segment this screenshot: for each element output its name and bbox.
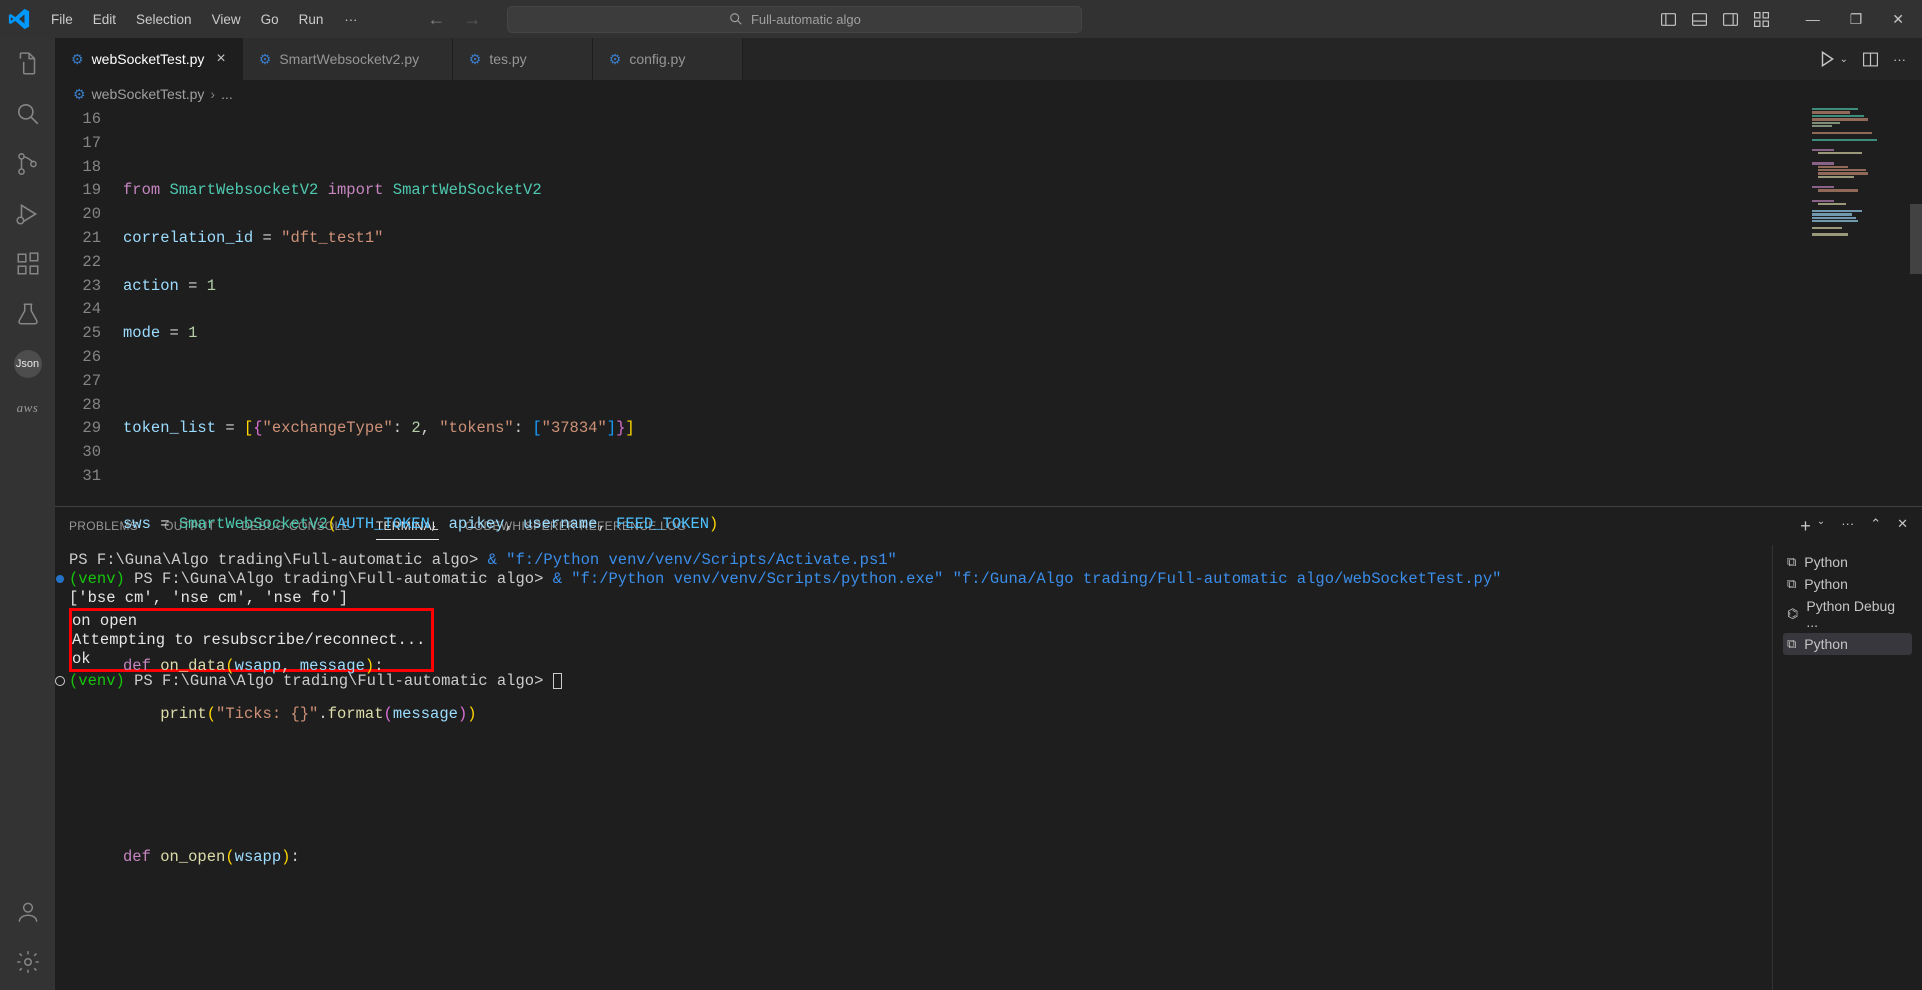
python-file-icon: ⚙ (259, 51, 272, 68)
nav-forward-icon[interactable]: → (463, 9, 481, 30)
layout-right-icon[interactable] (1722, 11, 1739, 28)
source-control-icon[interactable] (14, 150, 42, 178)
menu-more-icon[interactable]: ··· (334, 8, 367, 31)
extensions-icon[interactable] (14, 250, 42, 278)
tab-label: webSocketTest.py (92, 51, 205, 67)
layout-customize-icon[interactable] (1753, 11, 1770, 28)
split-editor-icon[interactable] (1862, 51, 1879, 68)
tab-config[interactable]: ⚙ config.py (593, 38, 743, 80)
title-bar: File Edit Selection View Go Run ··· ← → … (0, 0, 1922, 38)
menu-edit[interactable]: Edit (84, 8, 125, 31)
tab-close-icon[interactable]: × (216, 50, 225, 68)
tab-bar: ⚙ webSocketTest.py × ⚙ SmartWebsocketv2.… (55, 38, 1922, 80)
aws-extension-icon[interactable]: aws (17, 400, 39, 416)
tab-label: config.py (629, 51, 685, 67)
testing-icon[interactable] (14, 300, 42, 328)
activity-bar: Json aws (0, 38, 55, 990)
code-editor[interactable]: 16171819202122232425262728293031 from Sm… (55, 108, 1922, 506)
nav-back-icon[interactable]: ← (427, 9, 445, 30)
minimap[interactable] (1812, 108, 1904, 506)
accounts-icon[interactable] (14, 898, 42, 926)
python-file-icon: ⚙ (609, 51, 622, 68)
python-file-icon: ⚙ (73, 86, 86, 103)
menu-run[interactable]: Run (290, 8, 333, 31)
editor-scrollbar[interactable] (1910, 204, 1922, 274)
window-minimize-icon[interactable]: — (1802, 11, 1824, 28)
breadcrumb-sep-icon: › (210, 86, 215, 102)
window-close-icon[interactable]: ✕ (1888, 11, 1908, 28)
json-extension-icon[interactable]: Json (14, 350, 42, 378)
vscode-logo-icon (8, 8, 30, 30)
run-file-icon[interactable] (1818, 50, 1836, 68)
command-center[interactable]: Full-automatic algo (507, 6, 1082, 33)
line-number-gutter: 16171819202122232425262728293031 (55, 108, 123, 506)
search-icon (729, 12, 743, 26)
code-content: from SmartWebsocketV2 import SmartWebSoc… (123, 108, 1922, 506)
run-dropdown-icon[interactable]: ⌄ (1840, 54, 1848, 65)
search-activity-icon[interactable] (14, 100, 42, 128)
editor-actions: ⌄ ··· (1802, 38, 1922, 80)
menu-file[interactable]: File (42, 8, 82, 31)
run-debug-icon[interactable] (14, 200, 42, 228)
window-restore-icon[interactable]: ❐ (1846, 11, 1867, 28)
editor-group: ⚙ webSocketTest.py × ⚙ SmartWebsocketv2.… (55, 38, 1922, 990)
python-file-icon: ⚙ (469, 51, 482, 68)
settings-gear-icon[interactable] (14, 948, 42, 976)
tab-tes[interactable]: ⚙ tes.py (453, 38, 593, 80)
title-right-controls: — ❐ ✕ (1660, 11, 1914, 28)
editor-more-icon[interactable]: ··· (1893, 52, 1906, 67)
menu-view[interactable]: View (203, 8, 250, 31)
tab-smartwebsocket[interactable]: ⚙ SmartWebsocketv2.py (243, 38, 453, 80)
breadcrumb-more: ... (221, 86, 233, 102)
menu-selection[interactable]: Selection (127, 8, 201, 31)
layout-bottom-icon[interactable] (1691, 11, 1708, 28)
python-file-icon: ⚙ (71, 51, 84, 68)
menu-bar: File Edit Selection View Go Run ··· (42, 8, 367, 31)
breadcrumb-file: webSocketTest.py (92, 86, 205, 102)
layout-left-icon[interactable] (1660, 11, 1677, 28)
explorer-icon[interactable] (14, 50, 42, 78)
tab-websockettest[interactable]: ⚙ webSocketTest.py × (55, 38, 243, 80)
tab-label: SmartWebsocketv2.py (279, 51, 419, 67)
history-nav: ← → (427, 9, 481, 30)
breadcrumb[interactable]: ⚙ webSocketTest.py › ... (55, 80, 1922, 108)
tab-label: tes.py (489, 51, 526, 67)
menu-go[interactable]: Go (252, 8, 288, 31)
command-center-label: Full-automatic algo (751, 12, 861, 27)
